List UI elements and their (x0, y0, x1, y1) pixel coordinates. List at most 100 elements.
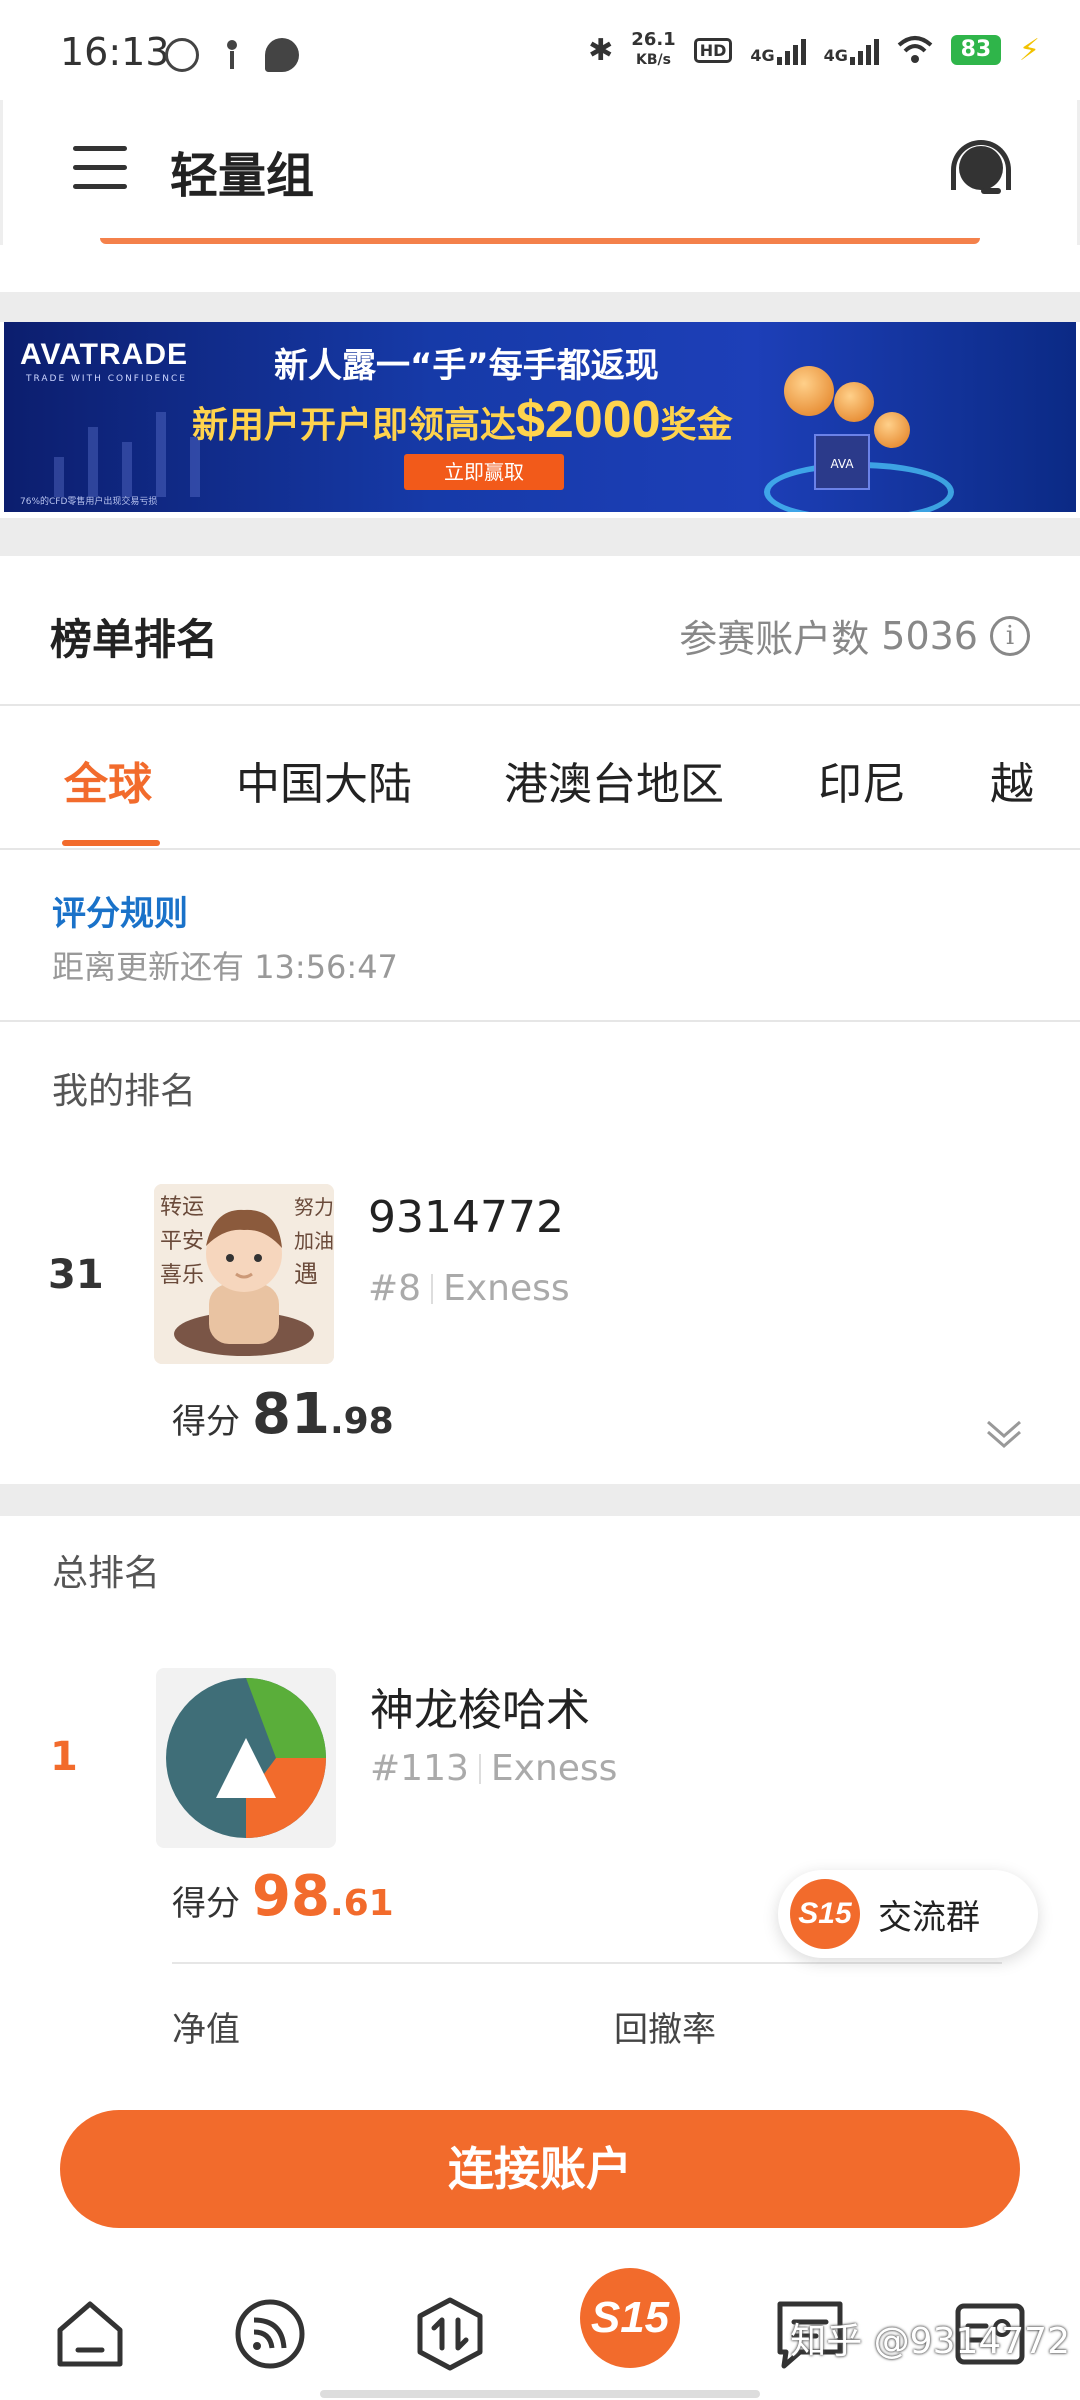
status-time: 16:13 (60, 30, 170, 74)
banner-cta-button[interactable]: 立即赢取 (404, 454, 564, 490)
banner-subheadline-prefix: 新用户开户即领高达 (192, 405, 517, 446)
broker: Exness (490, 1748, 618, 1789)
bottom-navigation: S15 知乎 @9314772 (0, 2260, 1080, 2400)
username: 神龙梭哈术 (370, 1685, 590, 1736)
svg-text:遇: 遇 (294, 1260, 318, 1288)
banner-brand-tagline: TRADE WITH CONFIDENCE (26, 374, 187, 384)
net-speed-unit: KB/s (636, 52, 671, 68)
signal-bars-icon (776, 35, 806, 65)
banner-disclaimer: 76%的CFD零售用户出现交易亏损 (20, 497, 158, 507)
svg-text:喜乐: 喜乐 (160, 1263, 204, 1288)
divider (0, 518, 1080, 556)
banner-cube-graphic: AVA (814, 434, 870, 490)
promo-banner[interactable]: AVATRADE TRADE WITH CONFIDENCE 新人露一“手”每手… (4, 322, 1076, 512)
customer-service-icon[interactable] (949, 138, 1013, 202)
overall-ranking-card: 总排名 1 神龙梭哈术 #113 Exness 得分 98.61 净值 回撤率 (4, 1516, 1076, 2060)
score-decimal: .61 (329, 1883, 394, 1924)
leaderboard-header: 榜单排名 参赛账户数 5036 i (4, 556, 1076, 706)
participants-label: 参赛账户数 (679, 617, 870, 661)
account-number: #113 (370, 1748, 469, 1789)
menu-icon[interactable] (73, 146, 127, 190)
tab-vietnam[interactable]: 越 (990, 748, 1034, 812)
status-system-icons: ✱ 26.1 KB/s HD 4G 4G 83 ⚡ (588, 30, 1040, 70)
signal-1-label: 4G (750, 46, 775, 65)
avatar[interactable] (156, 1668, 336, 1848)
battery-level: 83 (950, 35, 1001, 65)
leaderboard-title: 榜单排名 (50, 615, 219, 664)
tab-indonesia[interactable]: 印尼 (818, 748, 906, 812)
chevron-down-icon[interactable] (984, 1414, 1024, 1454)
my-score: 得分 81.98 (172, 1382, 394, 1447)
my-ranking-label: 我的排名 (52, 1071, 197, 1112)
hand-icon (165, 38, 199, 72)
score: 得分 98.61 (172, 1864, 394, 1929)
community-chat-label: 交流群 (878, 1897, 980, 1938)
rules-section: 评分规则 距离更新还有 13:56:47 (4, 850, 1076, 1020)
signal-1: 4G (750, 35, 806, 65)
tab-global[interactable]: 全球 (64, 748, 152, 812)
tab-hk-macau-taiwan[interactable]: 港澳台地区 (504, 748, 724, 812)
countdown-value: 13:56:47 (254, 948, 398, 986)
accessibility-icon (215, 38, 249, 72)
my-username: 9314772 (368, 1192, 564, 1243)
charging-icon: ⚡ (1018, 32, 1040, 68)
connect-account-bar: 连接账户 (0, 2060, 1080, 2260)
tab-mainland-china[interactable]: 中国大陆 (236, 748, 412, 812)
score-value: 98.61 (252, 1864, 394, 1929)
status-bar: 16:13 ✱ 26.1 KB/s HD 4G 4G 83 ⚡ (0, 0, 1080, 100)
message-icon (265, 38, 299, 72)
my-ranking-card: 我的排名 31 转运 平安 喜乐 努力 加油 遇 9314772 #8 Exne… (4, 1022, 1076, 1482)
account-info: #113 Exness (370, 1748, 617, 1789)
my-score-label: 得分 (172, 1402, 240, 1442)
bluetooth-icon: ✱ (588, 32, 614, 68)
countdown-label: 距离更新还有 (52, 948, 245, 986)
watermark: 知乎 @9314772 (790, 2321, 1070, 2362)
status-notification-icons (165, 38, 299, 72)
avatar-illustration: 转运 平安 喜乐 努力 加油 遇 (154, 1184, 334, 1364)
banner-subheadline-suffix: 奖金 (660, 405, 733, 446)
active-tab-indicator (62, 840, 160, 846)
rank-number: 1 (50, 1734, 78, 1780)
net-speed-value: 26.1 (631, 29, 676, 50)
chart-decoration (54, 412, 200, 497)
divider (0, 1484, 1080, 1516)
community-chat-button[interactable]: S15 交流群 (778, 1870, 1038, 1958)
divider (0, 292, 1080, 322)
separator (431, 1273, 434, 1304)
svg-text:转运: 转运 (160, 1195, 204, 1220)
banner-amount: $2000 (516, 391, 661, 449)
hd-label: HD (693, 37, 733, 63)
divider (172, 1962, 1002, 1964)
score-label: 得分 (172, 1884, 240, 1924)
s15-center-button[interactable]: S15 (580, 2268, 680, 2368)
my-score-integer: 81 (252, 1382, 330, 1447)
metric-drawdown-label: 回撤率 (614, 2010, 716, 2050)
overall-ranking-label: 总排名 (52, 1553, 161, 1594)
avatar[interactable]: 转运 平安 喜乐 努力 加油 遇 (154, 1184, 334, 1364)
signal-2: 4G (824, 35, 879, 65)
coin-icon (834, 382, 874, 422)
net-speed: 26.1 KB/s (631, 30, 675, 70)
feed-icon[interactable] (232, 2296, 308, 2372)
my-rank-number: 31 (48, 1252, 104, 1298)
banner-brand-logo: AVATRADE (20, 338, 188, 371)
participants-value: 5036 (881, 613, 978, 658)
coin-icon (874, 412, 910, 448)
home-icon[interactable] (52, 2296, 128, 2372)
avatar-logo (166, 1678, 326, 1838)
coin-icon (784, 366, 834, 416)
trade-icon[interactable] (412, 2296, 488, 2372)
s15-logo-icon: S15 (790, 1879, 860, 1949)
banner-headline: 新人露一“手”每手都返现 (274, 346, 659, 386)
svg-text:加油: 加油 (294, 1229, 334, 1253)
gesture-bar (320, 2390, 760, 2398)
svg-text:平安: 平安 (160, 1229, 204, 1254)
info-icon[interactable]: i (990, 615, 1030, 656)
my-score-decimal: .98 (329, 1401, 394, 1442)
my-account-number: #8 (368, 1268, 422, 1309)
wifi-icon (897, 36, 933, 63)
connect-account-button[interactable]: 连接账户 (60, 2110, 1020, 2228)
banner-subheadline: 新用户开户即领高达$2000奖金 (192, 390, 733, 450)
scoring-rules-link[interactable]: 评分规则 (52, 886, 188, 935)
app-bar: 轻量组 (0, 100, 1080, 245)
